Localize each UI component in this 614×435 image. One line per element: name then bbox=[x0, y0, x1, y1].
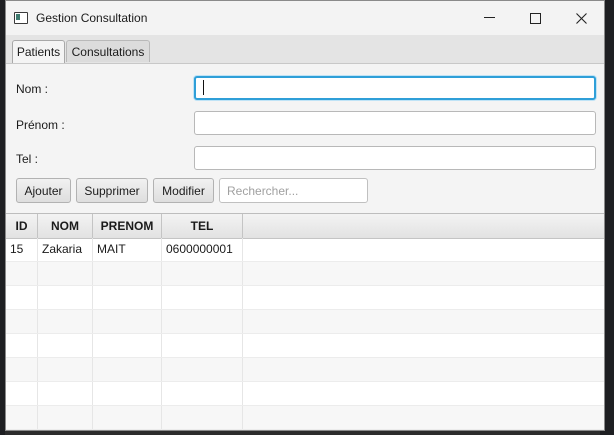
maximize-icon bbox=[529, 12, 541, 24]
cell-prenom: MAIT bbox=[93, 238, 162, 261]
app-window: Gestion Consultation Patients Consultati… bbox=[5, 0, 605, 431]
edit-button[interactable]: Modifier bbox=[153, 178, 214, 203]
tab-patients-label: Patients bbox=[16, 45, 61, 59]
tel-label: Tel : bbox=[16, 152, 39, 166]
nom-label: Nom : bbox=[16, 82, 49, 96]
empty-table-row bbox=[6, 406, 604, 430]
empty-table-row bbox=[6, 262, 604, 286]
column-header-tel[interactable]: TEL bbox=[162, 214, 243, 238]
column-header-id[interactable]: ID bbox=[6, 214, 38, 238]
tel-field[interactable] bbox=[194, 146, 596, 170]
cell-id: 15 bbox=[6, 238, 38, 261]
tab-consultations[interactable]: Consultations bbox=[66, 40, 150, 62]
empty-table-row bbox=[6, 310, 604, 334]
empty-table-row bbox=[6, 286, 604, 310]
close-button[interactable] bbox=[558, 1, 604, 35]
table-row[interactable]: 15 Zakaria MAIT 0600000001 bbox=[6, 238, 604, 262]
minimize-button[interactable] bbox=[466, 1, 512, 35]
tab-consultations-label: Consultations bbox=[71, 44, 145, 59]
close-icon bbox=[575, 12, 587, 24]
text-caret bbox=[203, 80, 204, 95]
add-button[interactable]: Ajouter bbox=[16, 178, 71, 203]
empty-table-row bbox=[6, 334, 604, 358]
column-header-prenom[interactable]: PRENOM bbox=[93, 214, 162, 238]
prenom-field[interactable] bbox=[194, 111, 596, 135]
tab-patients[interactable]: Patients bbox=[12, 40, 65, 63]
tab-bar: Patients Consultations bbox=[6, 35, 604, 64]
empty-table-row bbox=[6, 382, 604, 406]
search-input[interactable] bbox=[219, 178, 368, 203]
cell-tel: 0600000001 bbox=[162, 238, 243, 261]
cell-nom: Zakaria bbox=[38, 238, 93, 261]
patients-table[interactable]: ID NOM PRENOM TEL 15 Zakaria MAIT 060000… bbox=[6, 213, 604, 430]
delete-button[interactable]: Supprimer bbox=[76, 178, 148, 203]
maximize-button[interactable] bbox=[512, 1, 558, 35]
column-header-nom[interactable]: NOM bbox=[38, 214, 93, 238]
app-window-icon bbox=[14, 12, 28, 24]
title-bar[interactable]: Gestion Consultation bbox=[6, 1, 604, 35]
table-header: ID NOM PRENOM TEL bbox=[6, 214, 604, 239]
window-title: Gestion Consultation bbox=[36, 11, 148, 25]
empty-table-row bbox=[6, 358, 604, 382]
prenom-label: Prénom : bbox=[16, 118, 65, 132]
nom-field[interactable] bbox=[194, 76, 596, 100]
minimize-icon bbox=[483, 17, 495, 18]
